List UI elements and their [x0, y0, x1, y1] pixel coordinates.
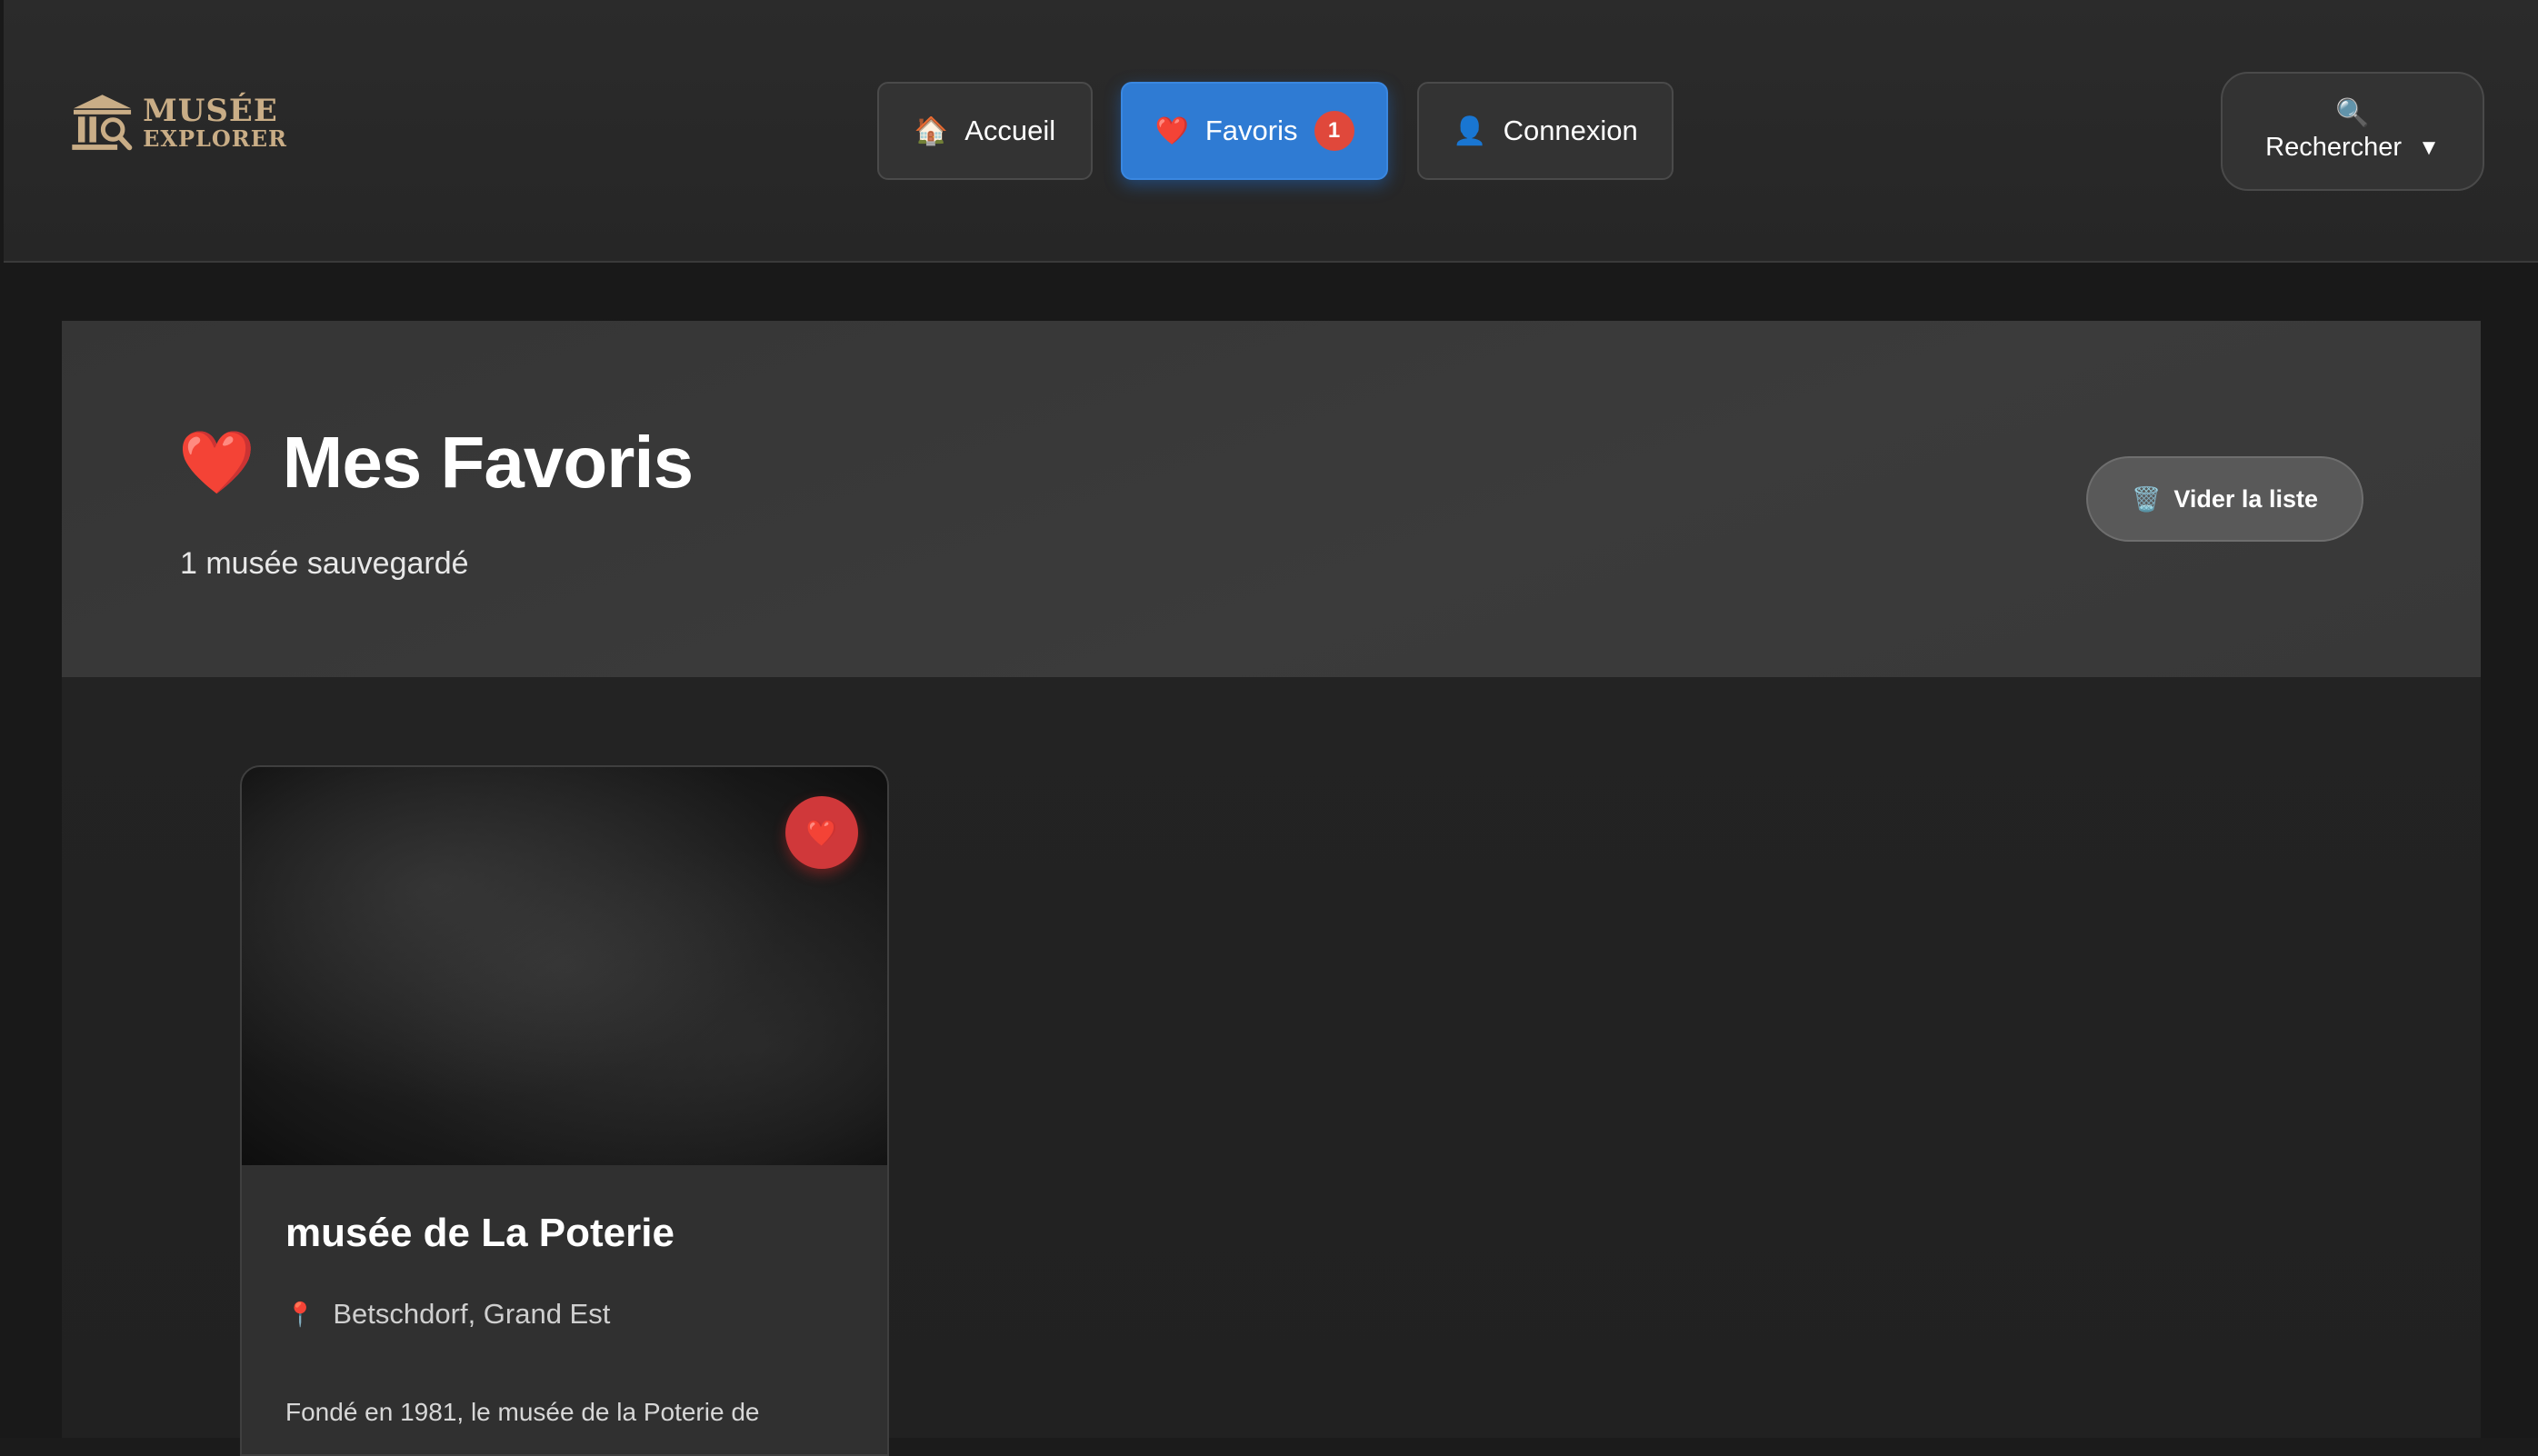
nav-favoris-button[interactable]: ❤️ Favoris 1	[1121, 82, 1388, 180]
favorites-count-badge: 1	[1314, 111, 1354, 151]
app-window: MUSÉE EXPLORER 🏠 Accueil ❤️ Favoris 1 👤 …	[0, 0, 2538, 1456]
page-title-text: Mes Favoris	[282, 422, 694, 503]
museum-card-location: 📍 Betschdorf, Grand Est	[285, 1298, 610, 1331]
search-dropdown-button[interactable]: 🔍 Rechercher ▼	[2221, 72, 2484, 191]
user-icon: 👤	[1453, 115, 1487, 146]
trash-icon: 🗑️	[2132, 484, 2162, 513]
site-logo[interactable]: MUSÉE EXPLORER	[69, 85, 287, 160]
clear-list-label: Vider la liste	[2173, 484, 2318, 513]
favorites-hero: ❤️ Mes Favoris 1 musée sauvegardé 🗑️ Vid…	[62, 321, 2481, 677]
heart-icon: ❤️	[1154, 115, 1189, 146]
magnifier-icon: 🔍	[2335, 98, 2370, 128]
clear-list-button[interactable]: 🗑️ Vider la liste	[2086, 456, 2363, 542]
museum-card-title[interactable]: musée de La Poterie	[285, 1211, 674, 1256]
logo-line-2: EXPLORER	[143, 125, 287, 152]
museum-logo-icon	[72, 95, 133, 151]
house-icon: 🏠	[914, 115, 949, 146]
museum-card-description: Fondé en 1981, le musée de la Poterie de	[285, 1398, 760, 1426]
museum-card[interactable]: ❤️ musée de La Poterie 📍 Betschdorf, Gra…	[240, 765, 889, 1456]
heart-icon: ❤️	[178, 428, 255, 497]
caret-down-icon: ▼	[2418, 135, 2440, 160]
heart-icon: ❤️	[805, 818, 838, 847]
favorites-grid: ❤️ musée de La Poterie 📍 Betschdorf, Gra…	[62, 677, 2481, 1456]
nav-accueil-button[interactable]: 🏠 Accueil	[877, 82, 1093, 180]
search-label: Rechercher	[2265, 133, 2403, 162]
nav-accueil-label: Accueil	[964, 115, 1056, 146]
nav-connexion-label: Connexion	[1503, 115, 1638, 146]
logo-wordmark: MUSÉE EXPLORER	[143, 95, 287, 150]
map-pin-icon: 📍	[285, 1300, 315, 1328]
page-title: ❤️ Mes Favoris	[178, 421, 694, 504]
saved-count-text: 1 musée sauvegardé	[180, 546, 469, 581]
museum-card-location-text: Betschdorf, Grand Est	[333, 1298, 611, 1330]
nav-favoris-label: Favoris	[1204, 115, 1298, 146]
logo-line-1: MUSÉE	[143, 93, 278, 129]
top-nav-bar: MUSÉE EXPLORER 🏠 Accueil ❤️ Favoris 1 👤 …	[4, 0, 2538, 263]
nav-connexion-button[interactable]: 👤 Connexion	[1417, 82, 1674, 180]
favorite-toggle-button[interactable]: ❤️	[785, 796, 858, 869]
